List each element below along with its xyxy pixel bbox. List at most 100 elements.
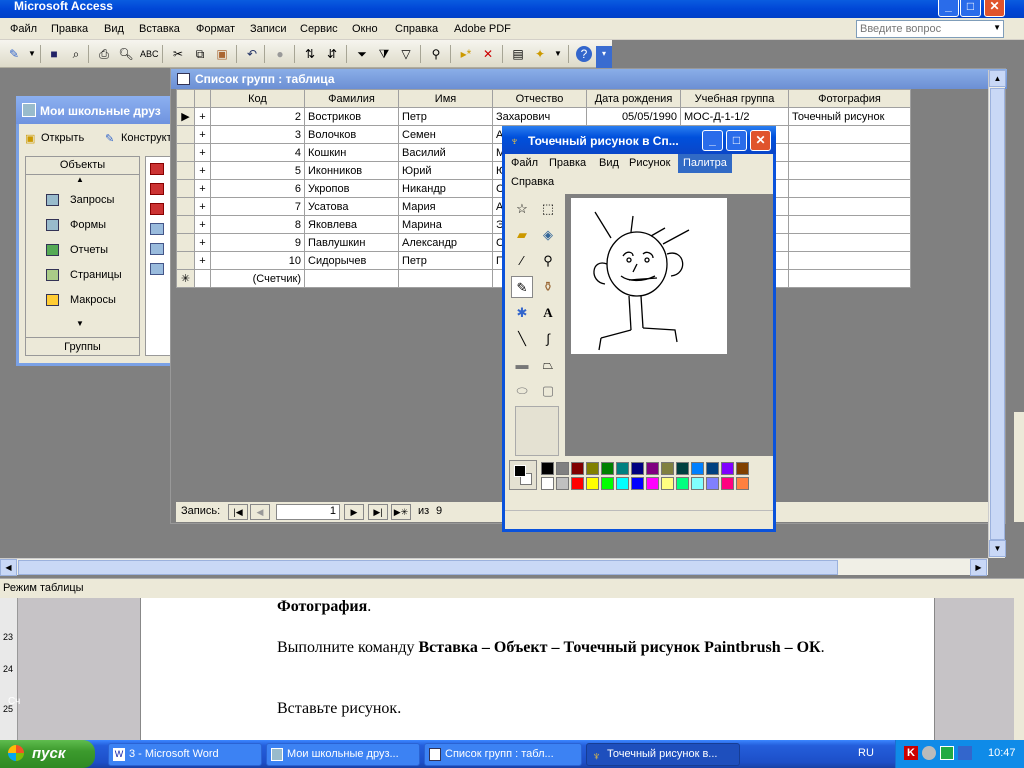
color-swatch[interactable] <box>556 477 569 490</box>
table-cell[interactable]: Иконников <box>304 161 399 180</box>
column-header[interactable]: Фамилия <box>304 89 399 108</box>
undo-icon[interactable]: ↶ <box>244 46 260 62</box>
table-cell[interactable]: Юрий <box>398 161 493 180</box>
start-button[interactable]: пуск <box>0 740 95 768</box>
expand-icon[interactable]: + <box>194 143 211 162</box>
table-cell[interactable] <box>788 233 911 252</box>
table-cell[interactable]: Усатова <box>304 197 399 216</box>
table-cell[interactable]: Точечный рисунок <box>788 107 911 126</box>
objects-item-forms[interactable]: Формы <box>30 215 106 235</box>
sort-ascending-icon[interactable]: ⇅ <box>302 46 318 62</box>
open-button[interactable]: Открыть <box>41 132 84 144</box>
column-header[interactable]: Учебная группа <box>680 89 789 108</box>
network-icon[interactable] <box>958 746 972 760</box>
table-cell[interactable]: 4 <box>210 143 305 162</box>
last-record-button[interactable]: ▶| <box>368 504 388 520</box>
picker-icon[interactable]: ⁄ <box>511 250 533 272</box>
tray-app-icon[interactable] <box>922 746 936 760</box>
objects-item-macros[interactable]: Макросы <box>30 290 116 310</box>
taskbar-item-table[interactable]: Список групп : табл... <box>424 743 582 766</box>
color-swatch[interactable] <box>541 462 554 475</box>
table-cell[interactable]: 9 <box>210 233 305 252</box>
color-swatch[interactable] <box>601 462 614 475</box>
table-cell[interactable]: Петр <box>398 251 493 270</box>
language-indicator[interactable]: RU <box>858 747 874 759</box>
color-swatch[interactable] <box>736 477 749 490</box>
expand-icon[interactable]: + <box>194 251 211 270</box>
color-swatch[interactable] <box>721 477 734 490</box>
maximize-button[interactable]: □ <box>960 0 981 17</box>
vertical-scrollbar[interactable]: ▲ ▼ <box>988 70 1006 558</box>
table-cell[interactable] <box>788 179 911 198</box>
scroll-right-icon[interactable]: ▶ <box>970 559 987 576</box>
new-record-nav-button[interactable]: ▶✳ <box>391 504 411 520</box>
menu-edit[interactable]: Правка <box>51 23 88 35</box>
menu-window[interactable]: Окно <box>352 23 378 35</box>
search-file-icon[interactable]: ⌕ <box>68 46 84 62</box>
current-colors[interactable] <box>509 460 537 490</box>
cut-icon[interactable]: ✂ <box>170 46 186 62</box>
color-swatch[interactable] <box>631 477 644 490</box>
table-row[interactable]: ▶ + 2 Востриков Петр Захарович 05/05/199… <box>176 107 911 126</box>
filter-by-form-icon[interactable]: ⧩ <box>376 46 392 62</box>
table-cell[interactable] <box>788 197 911 216</box>
table-cell[interactable]: Яковлева <box>304 215 399 234</box>
airbrush-icon[interactable]: ✱ <box>511 302 533 324</box>
new-object-icon[interactable]: ✦ <box>532 46 548 62</box>
line-icon[interactable]: ╲ <box>511 328 533 350</box>
scroll-up-icon[interactable]: ▲ <box>76 175 84 184</box>
color-swatch[interactable] <box>586 477 599 490</box>
color-swatch[interactable] <box>676 477 689 490</box>
table-cell[interactable] <box>304 269 399 288</box>
free-select-icon[interactable]: ☆ <box>511 198 533 220</box>
first-record-button[interactable]: |◀ <box>228 504 248 520</box>
scroll-up-icon[interactable]: ▲ <box>989 70 1006 87</box>
table-cell[interactable]: Укропов <box>304 179 399 198</box>
expand-icon[interactable]: + <box>194 197 211 216</box>
sort-descending-icon[interactable]: ⇵ <box>324 46 340 62</box>
color-swatch[interactable] <box>661 477 674 490</box>
polygon-icon[interactable]: ⏢ <box>537 354 559 376</box>
table-cell[interactable] <box>398 269 493 288</box>
table-cell[interactable]: Семен <box>398 125 493 144</box>
database-window-icon[interactable]: ▤ <box>510 46 526 62</box>
objects-header[interactable]: Объекты <box>26 157 139 175</box>
new-object-dropdown-icon[interactable]: ▼ <box>550 46 566 62</box>
table-cell[interactable]: Кошкин <box>304 143 399 162</box>
paint-close-button[interactable]: ✕ <box>750 130 771 151</box>
row-selector[interactable] <box>176 179 195 198</box>
prev-record-button[interactable]: ◀ <box>250 504 270 520</box>
table-cell[interactable]: Павлушкин <box>304 233 399 252</box>
table-cell[interactable] <box>788 161 911 180</box>
chevron-down-icon[interactable]: ▼ <box>993 23 1001 32</box>
paint-menu-palette[interactable]: Палитра <box>678 154 732 173</box>
color-swatch[interactable] <box>571 477 584 490</box>
color-swatch[interactable] <box>616 462 629 475</box>
objects-item-pages[interactable]: Страницы <box>30 265 122 285</box>
expand-icon[interactable]: + <box>194 179 211 198</box>
color-swatch[interactable] <box>706 462 719 475</box>
expand-icon[interactable]: + <box>194 215 211 234</box>
menu-view[interactable]: Вид <box>104 23 124 35</box>
scroll-left-icon[interactable]: ◀ <box>0 559 17 576</box>
paint-menu-image[interactable]: Рисунок <box>629 157 671 169</box>
paint-menu-view[interactable]: Вид <box>599 157 619 169</box>
menu-insert[interactable]: Вставка <box>139 23 180 35</box>
pencil-icon[interactable]: ✎ <box>511 276 533 298</box>
filter-by-selection-icon[interactable]: ⏷ <box>354 46 370 62</box>
objects-item-queries[interactable]: Запросы <box>30 190 114 210</box>
scroll-down-icon[interactable]: ▼ <box>76 319 84 328</box>
row-selector[interactable] <box>176 233 195 252</box>
objects-item-reports[interactable]: Отчеты <box>30 240 108 260</box>
menu-file[interactable]: Файл <box>10 23 37 35</box>
next-record-button[interactable]: ▶ <box>344 504 364 520</box>
color-swatch[interactable] <box>586 462 599 475</box>
scrollbar-thumb[interactable] <box>18 560 838 575</box>
form-object-icon[interactable] <box>150 203 164 215</box>
table-cell[interactable]: 6 <box>210 179 305 198</box>
form-object-icon[interactable] <box>150 163 164 175</box>
view-dropdown-icon[interactable]: ▼ <box>24 46 40 62</box>
current-record-icon[interactable]: ▶ <box>176 107 195 126</box>
table-cell[interactable]: Сидорычев <box>304 251 399 270</box>
color-swatch[interactable] <box>616 477 629 490</box>
